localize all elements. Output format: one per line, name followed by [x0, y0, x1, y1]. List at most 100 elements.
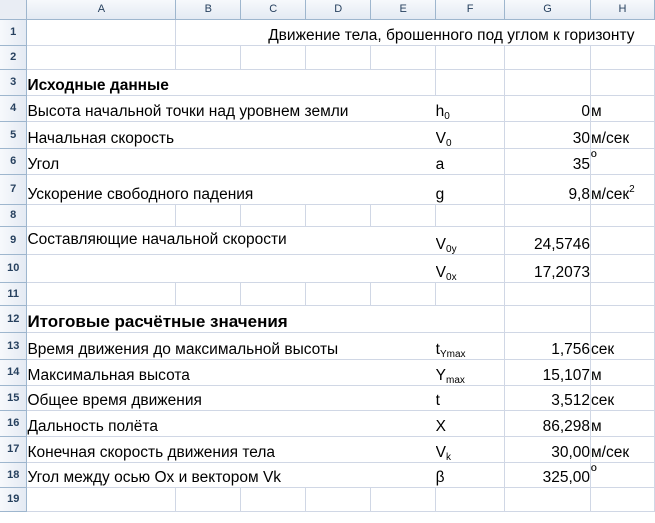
result-unit[interactable]: м: [590, 410, 655, 437]
cell[interactable]: [305, 45, 372, 70]
select-all-corner[interactable]: [0, 0, 28, 20]
result-value[interactable]: 30,00: [504, 436, 591, 463]
input-label[interactable]: Ускорение свободного падения: [26, 174, 436, 205]
result-unit[interactable]: º: [590, 462, 655, 488]
row-header[interactable]: 10: [0, 254, 28, 283]
result-label[interactable]: Максимальная высота: [26, 359, 436, 386]
cell[interactable]: [435, 45, 506, 70]
row-header[interactable]: 1: [0, 19, 28, 46]
input-label[interactable]: Угол: [26, 148, 436, 175]
row-header[interactable]: 5: [0, 121, 28, 149]
cell[interactable]: [504, 204, 591, 227]
column-header-a[interactable]: A: [26, 0, 177, 20]
result-symbol[interactable]: β: [435, 462, 506, 488]
row-header[interactable]: 12: [0, 305, 28, 333]
input-label[interactable]: Начальная скорость: [26, 121, 436, 149]
result-unit[interactable]: м: [590, 359, 655, 386]
input-unit[interactable]: м: [590, 95, 655, 122]
input-unit[interactable]: м/сек2: [590, 174, 655, 205]
input-symbol[interactable]: V0: [435, 121, 506, 149]
cell[interactable]: [370, 45, 437, 70]
input-value[interactable]: 9,8: [504, 174, 591, 205]
cell[interactable]: [590, 305, 655, 333]
input-symbol[interactable]: a: [435, 148, 506, 175]
component-symbol[interactable]: V0x: [435, 254, 506, 283]
result-unit[interactable]: сек: [590, 385, 655, 411]
result-symbol[interactable]: Ymax: [435, 359, 506, 386]
input-value[interactable]: 35: [504, 148, 591, 175]
cell[interactable]: [590, 282, 655, 306]
cell[interactable]: [305, 204, 372, 227]
row-header[interactable]: 16: [0, 410, 28, 437]
input-value[interactable]: 30: [504, 121, 591, 149]
row-header[interactable]: 9: [0, 226, 28, 255]
cell[interactable]: [305, 487, 372, 512]
cell[interactable]: [435, 69, 506, 96]
result-symbol[interactable]: t: [435, 385, 506, 411]
cell[interactable]: [435, 204, 506, 227]
result-value[interactable]: 325,00: [504, 462, 591, 488]
result-symbol[interactable]: tYmax: [435, 332, 506, 360]
cell[interactable]: [240, 282, 307, 306]
sheet-title[interactable]: Движение тела, брошенного под углом к го…: [175, 19, 655, 46]
cell[interactable]: [370, 204, 437, 227]
input-unit[interactable]: м/сек: [590, 121, 655, 149]
cell[interactable]: [240, 204, 307, 227]
result-label[interactable]: Время движения до максимальной высоты: [26, 332, 436, 360]
result-symbol[interactable]: Vk: [435, 436, 506, 463]
row-header[interactable]: 7: [0, 174, 28, 205]
cell[interactable]: [590, 487, 655, 512]
row-header[interactable]: 11: [0, 282, 28, 306]
cell[interactable]: [435, 282, 506, 306]
result-value[interactable]: 15,107: [504, 359, 591, 386]
input-symbol[interactable]: g: [435, 174, 506, 205]
cell[interactable]: [175, 487, 242, 512]
cell[interactable]: [240, 45, 307, 70]
column-header-f[interactable]: F: [435, 0, 506, 20]
row-header[interactable]: 2: [0, 45, 28, 70]
input-label[interactable]: Высота начальной точки над уровнем земли: [26, 95, 436, 122]
result-value[interactable]: 86,298: [504, 410, 591, 437]
input-symbol[interactable]: h0: [435, 95, 506, 122]
row-header[interactable]: 14: [0, 359, 28, 386]
cell[interactable]: [504, 45, 591, 70]
cell[interactable]: [370, 282, 437, 306]
cell[interactable]: [26, 487, 177, 512]
cell[interactable]: [504, 305, 591, 333]
row-header[interactable]: 8: [0, 204, 28, 227]
component-value[interactable]: 17,2073: [504, 254, 591, 283]
result-value[interactable]: 3,512: [504, 385, 591, 411]
column-header-c[interactable]: C: [240, 0, 307, 20]
inputs-header[interactable]: Исходные данные: [26, 69, 371, 96]
result-unit[interactable]: м/сек: [590, 436, 655, 463]
row-header[interactable]: 18: [0, 462, 28, 488]
row-header[interactable]: 3: [0, 69, 28, 96]
cell[interactable]: [504, 487, 591, 512]
result-label[interactable]: Общее время движения: [26, 385, 436, 411]
cell[interactable]: [26, 254, 436, 283]
cell[interactable]: [590, 204, 655, 227]
result-label[interactable]: Конечная скорость движения тела: [26, 436, 436, 463]
row-header[interactable]: 17: [0, 436, 28, 463]
input-value[interactable]: 0: [504, 95, 591, 122]
component-value[interactable]: 24,5746: [504, 226, 591, 255]
cell[interactable]: [435, 487, 506, 512]
result-unit[interactable]: сек: [590, 332, 655, 360]
cell[interactable]: [370, 487, 437, 512]
result-label[interactable]: Дальность полёта: [26, 410, 436, 437]
row-header[interactable]: 6: [0, 148, 28, 175]
cell[interactable]: [175, 45, 242, 70]
result-symbol[interactable]: X: [435, 410, 506, 437]
cell[interactable]: [175, 282, 242, 306]
cell[interactable]: [590, 226, 655, 255]
row-header[interactable]: 15: [0, 385, 28, 411]
column-header-b[interactable]: B: [175, 0, 242, 20]
column-header-e[interactable]: E: [370, 0, 437, 20]
cell[interactable]: [26, 45, 177, 70]
cell-a1[interactable]: [26, 19, 177, 46]
column-header-d[interactable]: D: [305, 0, 372, 20]
result-label[interactable]: Угол между осью Ox и вектором Vk: [26, 462, 436, 488]
cell[interactable]: [590, 69, 655, 96]
cell[interactable]: [504, 282, 591, 306]
row-header[interactable]: 13: [0, 332, 28, 360]
